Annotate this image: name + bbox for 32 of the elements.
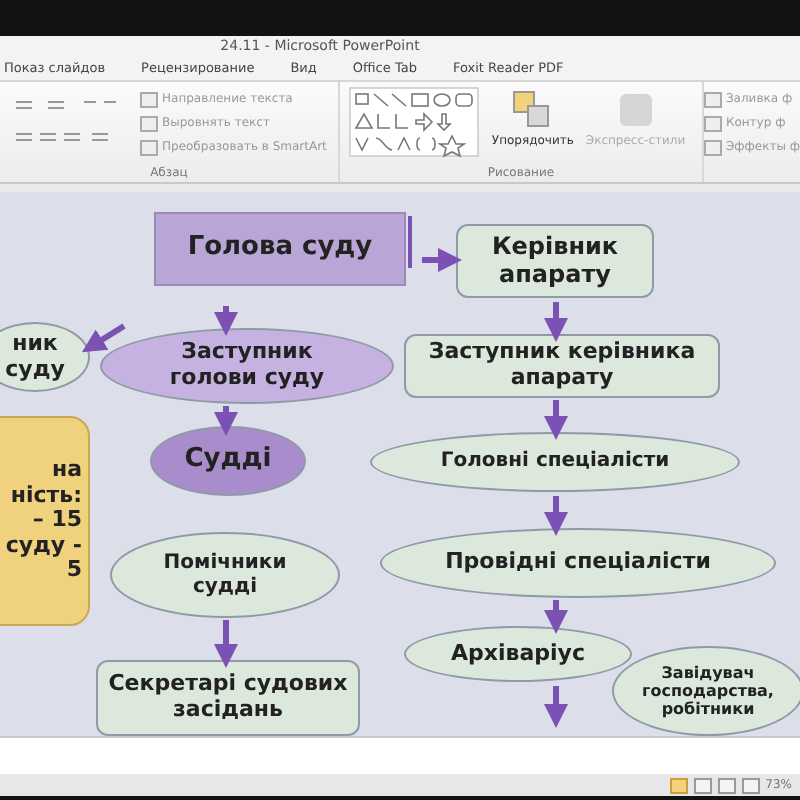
ellipse-node: Завідувач господарства, робітники [612,646,800,736]
ellipse-node: ник суду [0,322,90,392]
arrow [81,323,126,353]
arrow [544,400,568,440]
slideshow-button[interactable] [741,777,760,793]
reading-view-button[interactable] [717,777,736,793]
box-node: Голова суду [154,212,406,286]
arrow [214,620,238,668]
box-node: Керівник апарату [456,224,654,298]
arrow [214,406,238,436]
ellipse-node: Головні спеціалісти [370,432,740,492]
arrow [544,302,568,342]
arrow [544,686,568,728]
arrange-icon[interactable] [512,90,553,130]
arrow [544,496,568,536]
connector-line [408,216,412,268]
box-node: Секретарі судових засідань [96,660,360,736]
note-box: на ність: – 15 суду - 5 [0,416,90,626]
sorter-view-button[interactable] [693,777,712,793]
styles-icon[interactable] [615,90,656,130]
shapes-gallery-drawing[interactable] [347,86,480,158]
notes-pane[interactable] [0,736,800,774]
arrow [214,306,238,336]
arrow [544,600,568,634]
ellipse-node: Архіваріус [404,626,632,682]
ellipse-node: Провідні спеціалісти [380,528,776,598]
ellipse-node: Судді [150,426,306,496]
normal-view-button[interactable] [669,777,688,793]
ellipse-node: Помічники судді [110,532,340,618]
box-node: Заступник керівника апарату [404,334,720,398]
ellipse-node: Заступник голови суду [100,328,394,404]
arrow [422,248,462,272]
